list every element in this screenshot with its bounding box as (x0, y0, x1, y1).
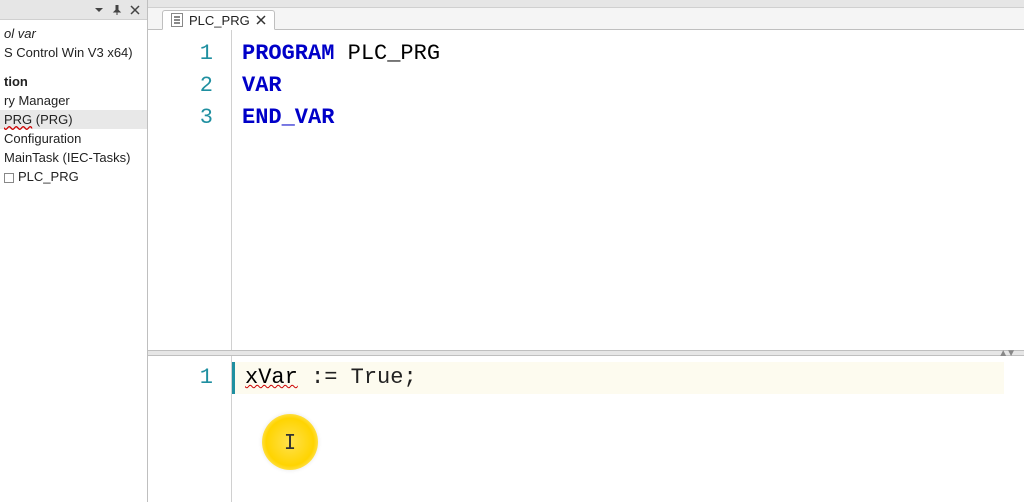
document-icon (171, 13, 183, 27)
code-line: xVar := True; (232, 362, 1004, 394)
tree-item-maintask[interactable]: MainTask (IEC-Tasks) (0, 148, 147, 167)
main-area: PLC_PRG 1 2 3 PROGRAM PLC_PRG VAR END_VA… (148, 0, 1024, 502)
tree-item-label: Configuration (4, 131, 81, 146)
code-area[interactable]: xVar := True; I (232, 356, 1024, 502)
line-gutter: 1 (148, 356, 232, 502)
tree-item-label: S Control Win V3 x64) (4, 45, 133, 60)
tab-strip: PLC_PRG (148, 8, 1024, 30)
dropdown-icon[interactable] (93, 4, 105, 16)
tree-item-label: MainTask (IEC-Tasks) (4, 150, 130, 165)
implementation-editor[interactable]: 1 xVar := True; I (148, 356, 1024, 502)
tab-close-button[interactable] (256, 13, 266, 28)
tree-item-label: PRG (PRG) (4, 112, 73, 127)
line-number: 1 (152, 38, 213, 70)
top-gap (148, 0, 1024, 8)
code-line: VAR (242, 70, 1014, 102)
tree-item-plc-prg[interactable]: PRG (PRG) (0, 110, 147, 129)
code-line: PROGRAM PLC_PRG (242, 38, 1014, 70)
line-number: 3 (152, 102, 213, 134)
line-number: 2 (152, 70, 213, 102)
tree-item[interactable]: S Control Win V3 x64) (0, 43, 147, 62)
text-cursor-icon: I (284, 426, 296, 458)
tree-item-library-manager[interactable]: ry Manager (0, 91, 147, 110)
tree-item-label: ry Manager (4, 93, 70, 108)
line-gutter: 1 2 3 (148, 30, 232, 350)
declaration-editor[interactable]: 1 2 3 PROGRAM PLC_PRG VAR END_VAR (148, 30, 1024, 350)
line-number: 1 (152, 362, 213, 394)
tree-section: tion (0, 72, 147, 91)
tree-item-configuration[interactable]: Configuration (0, 129, 147, 148)
sidebar-tree: ol var S Control Win V3 x64) tion ry Man… (0, 20, 147, 502)
tree-item-label: PLC_PRG (18, 169, 79, 184)
sidebar-toolbar (0, 0, 147, 20)
close-icon[interactable] (129, 4, 141, 16)
editor-container: 1 2 3 PROGRAM PLC_PRG VAR END_VAR ▲▼ 1 (148, 30, 1024, 502)
sidebar: ol var S Control Win V3 x64) tion ry Man… (0, 0, 148, 502)
code-line: END_VAR (242, 102, 1014, 134)
code-area[interactable]: PROGRAM PLC_PRG VAR END_VAR (232, 30, 1024, 350)
tab-label: PLC_PRG (189, 13, 250, 28)
tab-plc-prg[interactable]: PLC_PRG (162, 10, 275, 30)
tree-item-label: ol var (4, 26, 36, 41)
text-cursor-highlight: I (262, 414, 318, 470)
tree-item-plc-prg-task[interactable]: PLC_PRG (0, 167, 147, 186)
tree-item[interactable]: ol var (0, 24, 147, 43)
pin-icon[interactable] (111, 4, 123, 16)
tree-section-label: tion (4, 74, 28, 89)
program-icon (4, 173, 14, 183)
